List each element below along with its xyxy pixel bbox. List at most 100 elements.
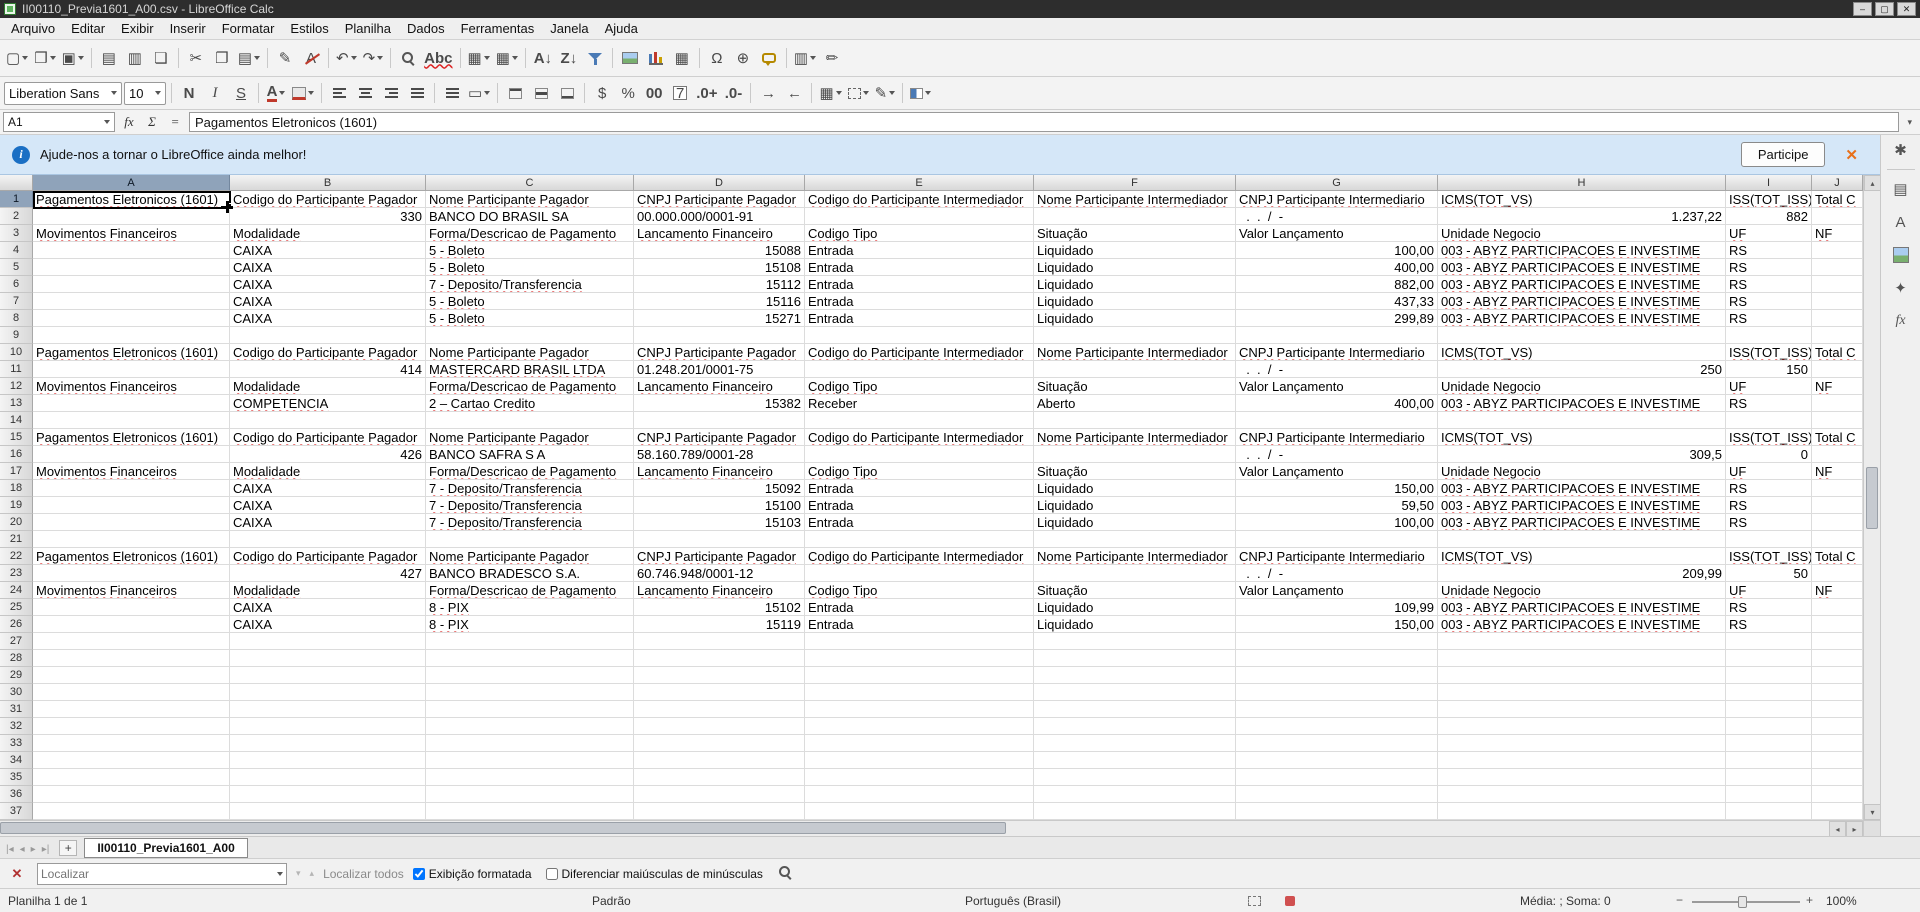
align-bottom-icon[interactable]	[555, 80, 579, 106]
format-date-icon[interactable]: 7	[668, 80, 692, 106]
cell-B20[interactable]: CAIXA	[230, 514, 426, 531]
cell-B12[interactable]: Modalidade	[230, 378, 426, 395]
row-header-4[interactable]: 4	[0, 242, 33, 259]
cell-H26[interactable]: 003 - ABYZ PARTICIPACOES E INVESTIME	[1438, 616, 1726, 633]
cell-I12[interactable]: UF	[1726, 378, 1812, 395]
cell-C3[interactable]: Forma/Descricao de Pagamento	[426, 225, 634, 242]
cell-C20[interactable]: 7 - Deposito/Transferencia	[426, 514, 634, 531]
cell-G31[interactable]	[1236, 701, 1438, 718]
cell-H25[interactable]: 003 - ABYZ PARTICIPACOES E INVESTIME	[1438, 599, 1726, 616]
cell-B35[interactable]	[230, 769, 426, 786]
cell-F5[interactable]: Liquidado	[1034, 259, 1236, 276]
font-name-dropdown-icon[interactable]	[111, 91, 117, 95]
insert-special-character-icon[interactable]: Ω	[705, 45, 729, 71]
cell-A17[interactable]: Movimentos Financeiros	[33, 463, 230, 480]
cell-J22[interactable]: Total C	[1812, 548, 1863, 565]
cell-C14[interactable]	[426, 412, 634, 429]
cell-G25[interactable]: 109,99	[1236, 599, 1438, 616]
cell-H21[interactable]	[1438, 531, 1726, 548]
column-header-J[interactable]: J	[1812, 175, 1863, 191]
cell-J25[interactable]	[1812, 599, 1863, 616]
cell-B7[interactable]: CAIXA	[230, 293, 426, 310]
cell-E35[interactable]	[805, 769, 1034, 786]
cell-C37[interactable]	[426, 803, 634, 820]
cell-A4[interactable]	[33, 242, 230, 259]
cell-H8[interactable]: 003 - ABYZ PARTICIPACOES E INVESTIME	[1438, 310, 1726, 327]
row-header-3[interactable]: 3	[0, 225, 33, 242]
border-style-dropdown-icon[interactable]	[862, 91, 869, 95]
cell-F14[interactable]	[1034, 412, 1236, 429]
insert-rows-icon[interactable]: ▦	[466, 45, 492, 71]
insert-rows-dropdown-icon[interactable]	[483, 56, 490, 60]
menu-estilos[interactable]: Estilos	[282, 19, 336, 38]
cell-G26[interactable]: 150,00	[1236, 616, 1438, 633]
cell-C11[interactable]: MASTERCARD BRASIL LTDA	[426, 361, 634, 378]
cell-C27[interactable]	[426, 633, 634, 650]
cell-A8[interactable]	[33, 310, 230, 327]
cell-A11[interactable]	[33, 361, 230, 378]
add-sheet-button[interactable]: +	[59, 839, 78, 856]
cell-F11[interactable]	[1034, 361, 1236, 378]
zoom-slider-thumb[interactable]	[1738, 896, 1747, 908]
row-header-10[interactable]: 10	[0, 344, 33, 361]
increase-indent-icon[interactable]: →	[756, 80, 780, 106]
cell-D15[interactable]: CNPJ Participante Pagador	[634, 429, 805, 446]
cell-H32[interactable]	[1438, 718, 1726, 735]
selection-mode-icon[interactable]	[1248, 896, 1261, 906]
cell-D3[interactable]: Lancamento Financeiro	[634, 225, 805, 242]
cell-B8[interactable]: CAIXA	[230, 310, 426, 327]
cell-B22[interactable]: Codigo do Participante Pagador	[230, 548, 426, 565]
cell-E7[interactable]: Entrada	[805, 293, 1034, 310]
cell-H11[interactable]: 250	[1438, 361, 1726, 378]
cell-A33[interactable]	[33, 735, 230, 752]
cell-A14[interactable]	[33, 412, 230, 429]
cell-I32[interactable]	[1726, 718, 1812, 735]
language-status[interactable]: Português (Brasil)	[965, 894, 1061, 908]
column-header-G[interactable]: G	[1236, 175, 1438, 191]
delete-decimal-icon[interactable]: .0-	[721, 80, 745, 106]
cell-C29[interactable]	[426, 667, 634, 684]
zoom-slider[interactable]	[1692, 896, 1800, 908]
cell-E5[interactable]: Entrada	[805, 259, 1034, 276]
cell-B14[interactable]	[230, 412, 426, 429]
cell-B18[interactable]: CAIXA	[230, 480, 426, 497]
cell-C1[interactable]: Nome Participante Pagador	[426, 191, 634, 208]
cell-C17[interactable]: Forma/Descricao de Pagamento	[426, 463, 634, 480]
cell-C19[interactable]: 7 - Deposito/Transferencia	[426, 497, 634, 514]
cell-B23[interactable]: 427	[230, 565, 426, 582]
cell-E12[interactable]: Codigo Tipo	[805, 378, 1034, 395]
cell-F8[interactable]: Liquidado	[1034, 310, 1236, 327]
cell-G13[interactable]: 400,00	[1236, 395, 1438, 412]
menu-arquivo[interactable]: Arquivo	[3, 19, 63, 38]
next-sheet-icon[interactable]: ▸	[28, 844, 39, 855]
cell-F15[interactable]: Nome Participante Intermediador	[1034, 429, 1236, 446]
cell-J36[interactable]	[1812, 786, 1863, 803]
cell-A7[interactable]	[33, 293, 230, 310]
cell-J4[interactable]	[1812, 242, 1863, 259]
row-header-5[interactable]: 5	[0, 259, 33, 276]
row-header-13[interactable]: 13	[0, 395, 33, 412]
cell-F13[interactable]: Aberto	[1034, 395, 1236, 412]
align-left-icon[interactable]	[327, 80, 351, 106]
cell-E22[interactable]: Codigo do Participante Intermediador	[805, 548, 1034, 565]
cell-F3[interactable]: Situação	[1034, 225, 1236, 242]
cell-C8[interactable]: 5 - Boleto	[426, 310, 634, 327]
cell-I3[interactable]: UF	[1726, 225, 1812, 242]
cell-I11[interactable]: 150	[1726, 361, 1812, 378]
autofilter-icon[interactable]	[583, 45, 607, 71]
borders-dropdown-icon[interactable]	[835, 91, 842, 95]
cell-A34[interactable]	[33, 752, 230, 769]
cell-G12[interactable]: Valor Lançamento	[1236, 378, 1438, 395]
cell-C35[interactable]	[426, 769, 634, 786]
cell-J37[interactable]	[1812, 803, 1863, 820]
zoom-out-button[interactable]: −	[1676, 893, 1683, 907]
cell-J13[interactable]	[1812, 395, 1863, 412]
cell-I27[interactable]	[1726, 633, 1812, 650]
row-header-31[interactable]: 31	[0, 701, 33, 718]
cell-C7[interactable]: 5 - Boleto	[426, 293, 634, 310]
cell-D9[interactable]	[634, 327, 805, 344]
cell-J27[interactable]	[1812, 633, 1863, 650]
cell-C12[interactable]: Forma/Descricao de Pagamento	[426, 378, 634, 395]
cell-J31[interactable]	[1812, 701, 1863, 718]
row-header-8[interactable]: 8	[0, 310, 33, 327]
